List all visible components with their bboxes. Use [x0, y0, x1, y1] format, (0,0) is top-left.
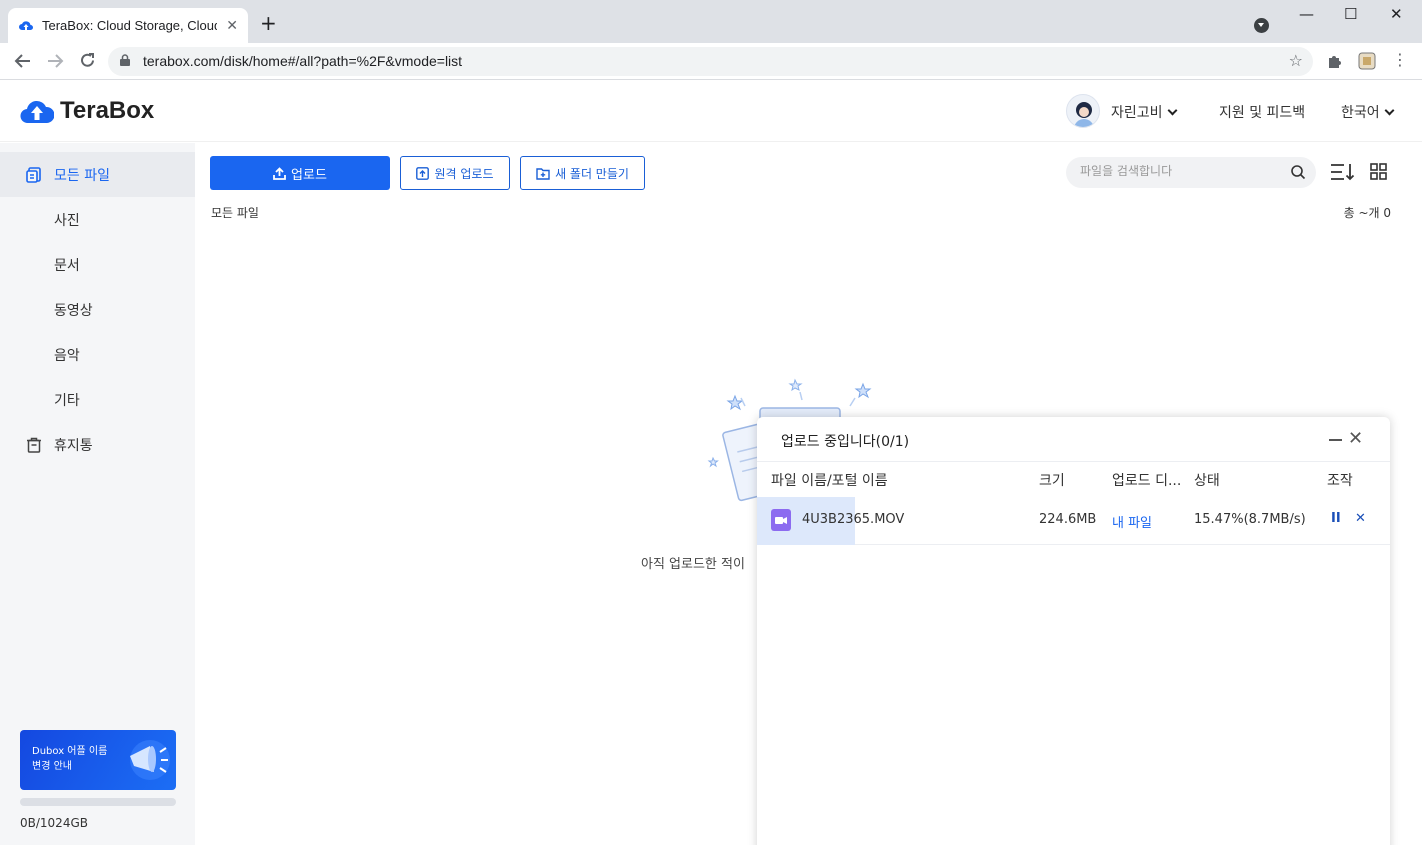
support-feedback-link[interactable]: 지원 및 피드백 [1219, 102, 1305, 122]
terabox-cloud-logo-icon [20, 100, 54, 124]
chevron-down-icon [1384, 105, 1395, 116]
bookmark-star-icon[interactable]: ☆ [1289, 51, 1303, 70]
browser-menu-icon[interactable]: ⋮ [1392, 50, 1408, 69]
new-folder-icon [536, 167, 550, 180]
column-header-actions: 조작 [1327, 473, 1353, 489]
sidebar-item-label: 휴지통 [54, 437, 93, 454]
sidebar-item-music[interactable]: 음악 [0, 332, 195, 377]
breadcrumb[interactable]: 모든 파일 [211, 204, 259, 221]
upload-icon [273, 166, 286, 180]
column-header-filename: 파일 이름/포털 이름 [771, 473, 888, 489]
file-search [1066, 157, 1316, 188]
language-selector[interactable]: 한국어 [1341, 102, 1395, 122]
upload-status: 15.47%(8.7MB/s) [1194, 512, 1306, 527]
user-menu[interactable]: 자린고비 [1111, 102, 1177, 122]
column-header-destination: 업로드 디... [1112, 473, 1182, 489]
file-name: 4U3B2365.MOV [802, 512, 905, 527]
sidebar-item-all-files[interactable]: 모든 파일 [0, 152, 195, 197]
window-maximize-icon[interactable]: ☐ [1344, 5, 1357, 23]
reload-icon[interactable] [79, 52, 96, 69]
sidebar-item-label: 기타 [54, 392, 80, 409]
search-icon[interactable] [1290, 164, 1306, 180]
total-count: 총 ~개 0 [1343, 206, 1391, 220]
tab-close-icon[interactable]: ✕ [226, 18, 238, 34]
megaphone-icon [130, 740, 170, 780]
sidebar-item-label: 문서 [54, 257, 80, 274]
cancel-upload-icon[interactable]: ✕ [1355, 511, 1366, 526]
sidebar-item-photos[interactable]: 사진 [0, 197, 195, 242]
column-header-status: 상태 [1194, 473, 1220, 489]
new-tab-icon[interactable]: + [260, 13, 277, 33]
upload-button[interactable]: 업로드 [210, 156, 390, 190]
table-row: 4U3B2365.MOV 224.6MB 내 파일 15.47%(8.7MB/s… [757, 497, 1390, 545]
storage-quota-bar [20, 798, 176, 806]
terabox-logo[interactable]: TeraBox [20, 97, 154, 125]
divider [757, 461, 1390, 462]
file-size: 224.6MB [1039, 512, 1097, 527]
username-label: 자린고비 [1111, 105, 1163, 121]
tab-title: TeraBox: Cloud Storage, Cloud St [42, 18, 217, 33]
sidebar: 모든 파일 사진 문서 동영상 음악 기타 휴지통 Dubox 어플 이름 변경… [0, 143, 195, 845]
browser-profile-icon[interactable] [1254, 18, 1269, 33]
sidebar-item-documents[interactable]: 문서 [0, 242, 195, 287]
dubox-rename-banner[interactable]: Dubox 어플 이름 변경 안내 [20, 730, 176, 790]
user-avatar-icon [1074, 102, 1094, 127]
sidebar-item-videos[interactable]: 동영상 [0, 287, 195, 332]
url-text: terabox.com/disk/home#/all?path=%2F&vmod… [143, 53, 463, 69]
sidebar-item-label: 사진 [54, 212, 80, 229]
upload-button-label: 업로드 [291, 167, 327, 183]
browser-address-bar: terabox.com/disk/home#/all?path=%2F&vmod… [0, 43, 1422, 80]
search-input[interactable] [1080, 164, 1280, 178]
destination-link[interactable]: 내 파일 [1112, 512, 1152, 531]
app-header: TeraBox 자린고비 지원 및 피드백 한국어 [0, 80, 1422, 142]
video-file-icon [771, 509, 791, 531]
remote-upload-label: 원격 업로드 [434, 166, 494, 181]
sidebar-item-label: 음악 [54, 347, 80, 364]
browser-tab-bar: TeraBox: Cloud Storage, Cloud St ✕ + — ☐… [0, 0, 1422, 43]
upload-progress-panel: 업로드 중입니다(0/1) ✕ 파일 이름/포털 이름 크기 업로드 디... … [757, 417, 1390, 845]
forward-icon[interactable] [46, 53, 64, 69]
upload-panel-title: 업로드 중입니다(0/1) [781, 434, 910, 450]
new-folder-button[interactable]: 새 폴더 만들기 [520, 156, 645, 190]
grid-view-icon[interactable] [1370, 163, 1387, 180]
close-panel-icon[interactable]: ✕ [1348, 430, 1363, 448]
url-omnibox[interactable]: terabox.com/disk/home#/all?path=%2F&vmod… [108, 47, 1313, 76]
new-folder-label: 새 폴더 만들기 [555, 166, 629, 181]
sidebar-item-label: 모든 파일 [54, 167, 110, 184]
all-files-icon [26, 166, 41, 183]
logo-text: TeraBox [60, 97, 155, 124]
terabox-favicon-icon [19, 20, 33, 30]
sidebar-item-other[interactable]: 기타 [0, 377, 195, 422]
extension-app-icon[interactable] [1358, 52, 1376, 70]
window-close-icon[interactable]: ✕ [1390, 5, 1403, 23]
window-minimize-icon[interactable]: — [1299, 5, 1314, 23]
lock-icon [120, 54, 130, 66]
browser-tab[interactable]: TeraBox: Cloud Storage, Cloud St ✕ [8, 8, 248, 43]
remote-upload-button[interactable]: 원격 업로드 [400, 156, 510, 190]
back-icon[interactable] [14, 53, 32, 69]
chevron-down-icon [1167, 105, 1177, 116]
column-header-size: 크기 [1039, 473, 1065, 489]
sort-icon[interactable] [1330, 163, 1356, 181]
sidebar-item-trash[interactable]: 휴지통 [0, 422, 195, 467]
storage-quota-text: 0B/1024GB [20, 816, 88, 830]
minimize-panel-icon[interactable] [1329, 439, 1342, 441]
trash-icon [27, 437, 41, 453]
extensions-puzzle-icon[interactable] [1326, 52, 1344, 70]
avatar[interactable] [1066, 94, 1100, 128]
empty-state-text: 아직 업로드한 적이 [641, 557, 745, 572]
language-label: 한국어 [1341, 105, 1380, 121]
pause-icon[interactable]: II [1331, 511, 1341, 526]
banner-text: Dubox 어플 이름 변경 안내 [32, 746, 108, 772]
sidebar-item-label: 동영상 [54, 302, 93, 319]
remote-upload-icon [416, 166, 430, 180]
